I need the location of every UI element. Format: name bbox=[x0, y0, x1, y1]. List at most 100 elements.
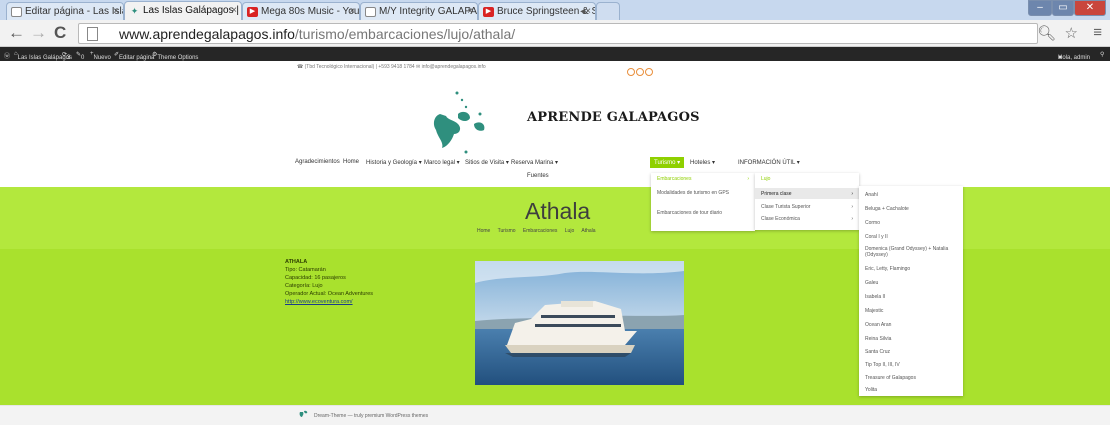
admin-new[interactable]: + Nuevo bbox=[90, 51, 111, 61]
youtube-icon: ▶ bbox=[247, 7, 258, 17]
comments-count: 0 bbox=[81, 55, 85, 61]
breadcrumb-embarcaciones[interactable]: Embarcaciones bbox=[523, 228, 557, 234]
maximize-icon[interactable]: ▭ bbox=[1052, 0, 1074, 16]
new-tab-button[interactable] bbox=[596, 2, 620, 20]
forward-arrow-icon[interactable]: → bbox=[30, 24, 47, 42]
dropdown-item-economica[interactable]: Clase Económica › bbox=[755, 216, 859, 222]
boat-link[interactable]: http://www.ecoventura.com/ bbox=[285, 299, 353, 305]
footer: Dream-Theme — truly premium WordPress th… bbox=[0, 405, 1110, 425]
menu-item-informacion[interactable]: INFORMACIÓN ÚTIL ▾ bbox=[738, 159, 800, 166]
dropdown-item-boat[interactable]: Majestic bbox=[859, 308, 883, 314]
dropdown-item-boat[interactable]: Domenica (Grand Odyssey) + Natalia (Odys… bbox=[859, 246, 957, 258]
menu-item-home[interactable]: Home bbox=[343, 159, 359, 165]
dropdown-item-lujo[interactable]: Lujo bbox=[755, 176, 859, 182]
dropdown-item-modalidades[interactable]: Modalidades de turismo en GPS bbox=[651, 190, 747, 196]
dropdown-item-boat[interactable]: Cormo bbox=[859, 220, 880, 226]
admin-site-link[interactable]: ⌂ Las Islas Galápagos bbox=[14, 51, 72, 61]
facebook-icon[interactable] bbox=[627, 68, 635, 76]
close-icon[interactable]: ◂× bbox=[580, 6, 591, 17]
close-icon[interactable]: × bbox=[349, 6, 355, 17]
url-path: /turismo/embarcaciones/lujo/athala/ bbox=[294, 26, 516, 42]
footer-text[interactable]: Dream-Theme — truly premium WordPress th… bbox=[314, 413, 428, 419]
menu-item-agradecimientos[interactable]: Agradecimientos bbox=[295, 159, 340, 165]
wordpress-icon[interactable]: ⓦ bbox=[4, 51, 10, 60]
menu-item-fuentes[interactable]: Fuentes bbox=[527, 173, 549, 179]
menu-item-hoteles[interactable]: Hoteles ▾ bbox=[690, 159, 715, 166]
close-icon[interactable]: × bbox=[231, 5, 237, 16]
dropdown-item-boat[interactable]: Anahí bbox=[859, 192, 878, 198]
item-label: Embarcaciones de tour diario bbox=[657, 210, 723, 216]
google-icon[interactable] bbox=[645, 68, 653, 76]
twitter-icon[interactable] bbox=[636, 68, 644, 76]
updates-count: 3 bbox=[67, 55, 71, 61]
social-icons bbox=[627, 63, 654, 81]
browser-tab-strip: Editar página - Las Islas Ga × ✦ Las Isl… bbox=[0, 0, 1110, 20]
tab-label: M/Y Integrity GALAPAGO bbox=[379, 6, 478, 17]
admin-comments[interactable]: ✎ 0 bbox=[76, 51, 85, 61]
contact-info: ☎ (Tbd Tecnológico Internacional) | +593… bbox=[297, 64, 486, 70]
breadcrumb-turismo[interactable]: Turismo bbox=[498, 228, 516, 234]
menu-item-marco-legal[interactable]: Marco legal ▾ bbox=[424, 159, 460, 166]
item-label: Clase Económica bbox=[761, 216, 800, 222]
menu-item-reserva[interactable]: Reserva Marina ▾ bbox=[511, 159, 558, 166]
menu-icon[interactable]: ≡ bbox=[1093, 24, 1102, 41]
star-icon[interactable]: ☆ bbox=[1065, 24, 1078, 42]
close-icon[interactable]: × bbox=[467, 6, 473, 17]
dropdown-embarcaciones: Lujo Primera clase › Clase Turista Superi… bbox=[755, 173, 859, 230]
user-label: Hola, admin bbox=[1058, 55, 1091, 61]
dropdown-item-boat[interactable]: Treasure of Galapagos bbox=[859, 375, 916, 381]
dropdown-item-embarcaciones[interactable]: Embarcaciones › bbox=[651, 176, 755, 182]
menu-item-turismo[interactable]: Turismo ▾ bbox=[650, 157, 685, 168]
admin-theme-options[interactable]: ⚙ Theme Options bbox=[152, 51, 198, 61]
breadcrumb-home[interactable]: Home bbox=[477, 228, 490, 234]
menu-item-sitios[interactable]: Sitios de Visita ▾ bbox=[465, 159, 509, 166]
page-icon bbox=[11, 7, 22, 17]
dropdown-item-boat[interactable]: Ocean Aran bbox=[859, 322, 891, 328]
tab-athala[interactable]: ✦ Las Islas Galápagos | Athal × bbox=[124, 1, 242, 20]
dropdown-item-boat[interactable]: Galeu bbox=[859, 280, 878, 286]
chevron-right-icon: › bbox=[851, 191, 853, 197]
dropdown-item-boat[interactable]: Yolita bbox=[859, 387, 877, 393]
logo-islands[interactable] bbox=[422, 90, 502, 160]
close-icon[interactable]: × bbox=[113, 6, 119, 17]
tab-integrity[interactable]: M/Y Integrity GALAPAGO × bbox=[360, 2, 478, 20]
admin-updates[interactable]: ⟳ 3 bbox=[62, 51, 71, 61]
tab-youtube-80s[interactable]: ▶ Mega 80s Music - YouTul × bbox=[242, 2, 360, 20]
back-arrow-icon[interactable]: ← bbox=[8, 24, 25, 42]
item-label: Embarcaciones bbox=[657, 176, 692, 182]
dropdown-item-tour-diario[interactable]: Embarcaciones de tour diario bbox=[651, 210, 747, 216]
close-window-icon[interactable]: ✕ bbox=[1074, 0, 1106, 16]
dropdown-item-boat[interactable]: Santa Cruz bbox=[859, 349, 890, 355]
dropdown-item-boat[interactable]: Eric, Letty, Flamingo bbox=[859, 266, 910, 272]
edit-label: Editar página bbox=[119, 55, 155, 61]
window-controls: – ▭ ✕ bbox=[1028, 0, 1106, 17]
tab-editar-pagina[interactable]: Editar página - Las Islas Ga × bbox=[6, 2, 124, 20]
dropdown-item-boat[interactable]: Beluga + Cachalote bbox=[859, 206, 909, 212]
tab-springsteen[interactable]: ▶ Bruce Springsteen & St ◂× bbox=[478, 2, 596, 20]
minimize-icon[interactable]: – bbox=[1028, 0, 1052, 16]
boat-capacity: Capacidad: 16 pasajeros bbox=[285, 275, 346, 281]
url-host: www.aprendegalapagos.info bbox=[119, 26, 295, 42]
avatar: ■ bbox=[1058, 55, 1062, 61]
breadcrumb-lujo[interactable]: Lujo bbox=[565, 228, 574, 234]
boat-name: ATHALA bbox=[285, 259, 308, 265]
chevron-right-icon: › bbox=[851, 216, 853, 222]
dropdown-item-boat[interactable]: Coral I y II bbox=[859, 234, 888, 240]
site-title[interactable]: APRENDE GALAPAGOS bbox=[527, 110, 700, 125]
dropdown-item-boat[interactable]: Tip Top II, III, IV bbox=[859, 362, 900, 368]
dropdown-turismo: Embarcaciones › Modalidades de turismo en… bbox=[651, 173, 755, 231]
dropdown-item-boat[interactable]: Isabela II bbox=[859, 294, 885, 300]
zoom-icon[interactable]: 🔍︎ bbox=[1037, 24, 1056, 42]
url-input[interactable]: www.aprendegalapagos.info/turismo/embarc… bbox=[78, 23, 1038, 44]
menu-item-historia[interactable]: Historia y Geología ▾ bbox=[366, 159, 422, 166]
reload-icon[interactable]: C bbox=[54, 24, 66, 42]
url-text[interactable]: www.aprendegalapagos.info/turismo/embarc… bbox=[119, 26, 515, 42]
theme-label: Theme Options bbox=[157, 55, 199, 61]
dropdown-item-turista-superior[interactable]: Clase Turista Superior › bbox=[755, 204, 859, 210]
tab-label: Mega 80s Music - YouTul bbox=[261, 6, 360, 17]
dropdown-item-primera-clase[interactable]: Primera clase › bbox=[755, 188, 859, 199]
breadcrumb-current: Athala bbox=[581, 228, 596, 234]
admin-search-icon[interactable]: ⚲ bbox=[1100, 51, 1104, 58]
dropdown-item-boat[interactable]: Reina Silvia bbox=[859, 336, 891, 342]
admin-edit-page[interactable]: ✐ Editar página bbox=[114, 51, 154, 61]
